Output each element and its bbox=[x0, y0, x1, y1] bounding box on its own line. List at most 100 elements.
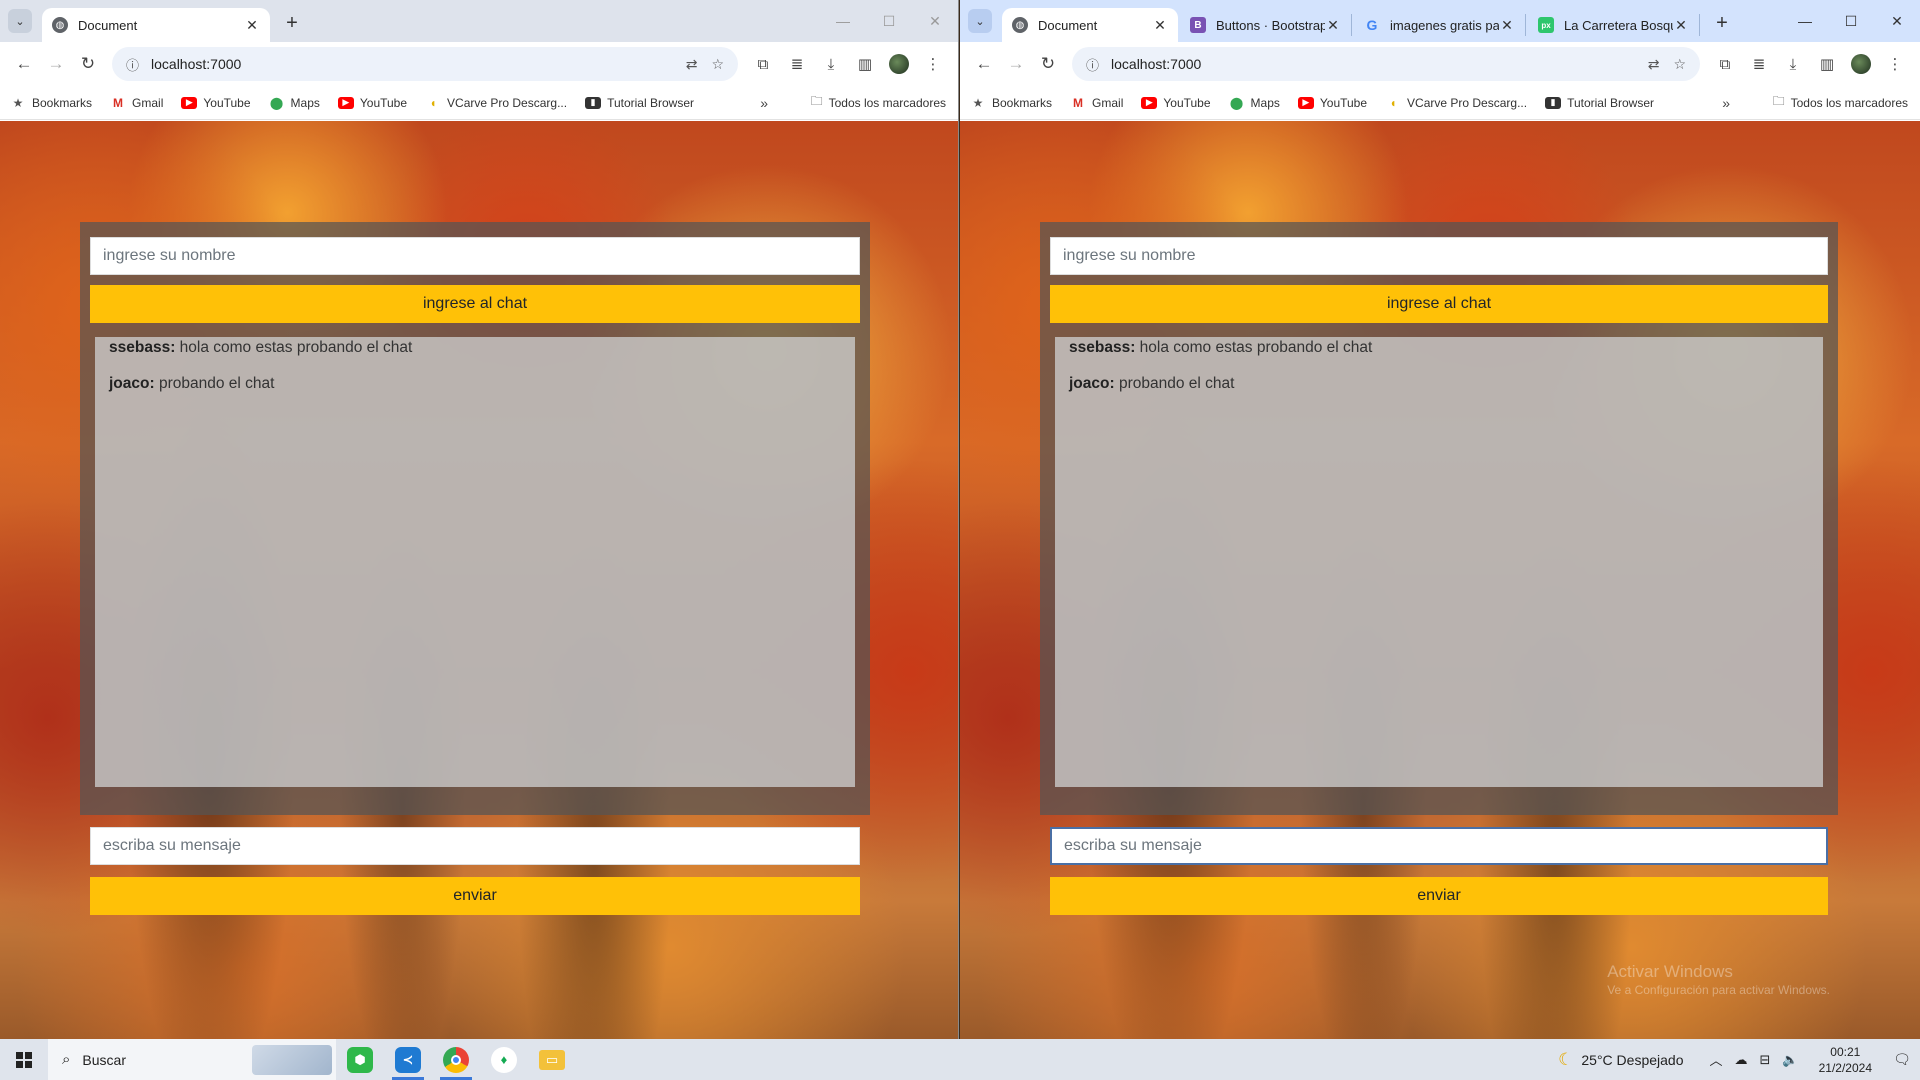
all-bookmarks-folder[interactable]: 🗀 Todos los marcadores bbox=[1773, 92, 1908, 113]
taskbar-app-green[interactable]: ⬢ bbox=[336, 1039, 384, 1080]
tutorial-icon: ▮ bbox=[1545, 96, 1562, 109]
minimize-button[interactable]: — bbox=[820, 0, 866, 42]
folder-icon: 🗀 bbox=[1772, 94, 1785, 108]
more-bookmarks-icon[interactable]: » bbox=[760, 95, 768, 111]
close-window-button[interactable]: ✕ bbox=[1874, 0, 1920, 42]
bookmark-vcarve[interactable]: ◖ VCarve Pro Descarg... bbox=[1385, 96, 1527, 110]
bookmark-bookmarks[interactable]: ★ Bookmarks bbox=[970, 96, 1052, 110]
send-button[interactable]: enviar bbox=[90, 877, 860, 915]
bookmark-youtube-2[interactable]: ▶ YouTube bbox=[337, 96, 407, 110]
message-input[interactable]: escriba su mensaje bbox=[90, 827, 860, 865]
taskbar-app-mongodb[interactable]: ♦ bbox=[480, 1039, 528, 1080]
join-chat-button[interactable]: ingrese al chat bbox=[1050, 285, 1828, 323]
reload-icon[interactable]: ↻ bbox=[1032, 48, 1064, 80]
all-bookmarks-folder[interactable]: 🗀 Todos los marcadores bbox=[811, 92, 946, 113]
bookmark-gmail[interactable]: M Gmail bbox=[110, 96, 163, 110]
extensions-icon[interactable]: ⧉ bbox=[1708, 48, 1742, 80]
more-bookmarks-icon[interactable]: » bbox=[1722, 95, 1730, 111]
bookmark-tutorial-browser[interactable]: ▮ Tutorial Browser bbox=[1545, 96, 1654, 110]
site-info-icon[interactable]: ⓘ bbox=[1086, 55, 1099, 74]
menu-icon[interactable]: ⋮ bbox=[1878, 48, 1912, 80]
taskbar-app-vscode[interactable]: ≺ bbox=[384, 1039, 432, 1080]
bookmark-star-icon[interactable]: ☆ bbox=[1673, 56, 1686, 73]
message-user: joaco: bbox=[1069, 375, 1115, 392]
name-input[interactable]: ingrese su nombre bbox=[90, 237, 860, 275]
close-tab-icon[interactable]: ✕ bbox=[1152, 17, 1168, 34]
downloads-icon[interactable]: ⤓ bbox=[1776, 48, 1810, 80]
bookmark-tutorial-browser[interactable]: ▮ Tutorial Browser bbox=[585, 96, 694, 110]
clock[interactable]: 00:21 21/2/2024 bbox=[1819, 1044, 1872, 1076]
send-button[interactable]: enviar bbox=[1050, 877, 1828, 915]
translate-icon[interactable]: ⇄ bbox=[1648, 56, 1660, 73]
close-tab-icon[interactable]: ✕ bbox=[1499, 17, 1515, 34]
chat-container: ingrese su nombre ingrese al chat ssebas… bbox=[1040, 222, 1838, 915]
bookmark-bookmarks[interactable]: ★ Bookmarks bbox=[10, 96, 92, 110]
bookmark-maps[interactable]: ⬤ Maps bbox=[1229, 96, 1280, 110]
maximize-button[interactable]: ☐ bbox=[1828, 0, 1874, 42]
bookmark-youtube-2[interactable]: ▶ YouTube bbox=[1297, 96, 1367, 110]
message-input[interactable]: escriba su mensaje bbox=[1050, 827, 1828, 865]
site-info-icon[interactable]: ⓘ bbox=[126, 55, 139, 74]
address-bar[interactable]: ⓘ localhost:7000 ⇄ ☆ bbox=[1072, 47, 1700, 81]
message-text: probando el chat bbox=[1114, 375, 1235, 392]
taskbar-search[interactable]: ⌕ Buscar bbox=[48, 1039, 336, 1080]
youtube-icon: ▶ bbox=[337, 96, 354, 109]
tab-search-button[interactable]: ⌄ bbox=[8, 9, 32, 33]
close-tab-icon[interactable]: ✕ bbox=[1325, 17, 1341, 34]
new-tab-button[interactable]: + bbox=[1712, 12, 1732, 35]
profile-avatar[interactable] bbox=[1844, 48, 1878, 80]
close-tab-icon[interactable]: ✕ bbox=[244, 17, 260, 34]
bookmark-star-icon[interactable]: ☆ bbox=[711, 56, 724, 73]
media-control-icon[interactable]: ≣ bbox=[780, 48, 814, 80]
start-button[interactable] bbox=[0, 1039, 48, 1080]
bookmark-vcarve[interactable]: ◖ VCarve Pro Descarg... bbox=[425, 96, 567, 110]
star-icon: ★ bbox=[12, 95, 24, 110]
bookmark-gmail[interactable]: M Gmail bbox=[1070, 96, 1123, 110]
close-tab-icon[interactable]: ✕ bbox=[1673, 17, 1689, 34]
maximize-button[interactable]: ☐ bbox=[866, 0, 912, 42]
new-tab-button[interactable]: + bbox=[282, 12, 302, 35]
taskbar-app-explorer[interactable]: ▭ bbox=[528, 1039, 576, 1080]
address-bar[interactable]: ⓘ localhost:7000 ⇄ ☆ bbox=[112, 47, 738, 81]
onedrive-icon[interactable]: ☁ bbox=[1735, 1052, 1748, 1068]
tab-document[interactable]: ◍ Document ✕ bbox=[1002, 8, 1178, 42]
network-icon[interactable]: ⊟ bbox=[1760, 1052, 1771, 1068]
minimize-button[interactable]: — bbox=[1782, 0, 1828, 42]
back-icon[interactable]: ← bbox=[8, 48, 40, 80]
globe-icon: ◍ bbox=[1012, 17, 1028, 33]
tab-document[interactable]: ◍ Document ✕ bbox=[42, 8, 270, 42]
translate-icon[interactable]: ⇄ bbox=[686, 56, 698, 73]
extensions-icon[interactable]: ⧉ bbox=[746, 48, 780, 80]
back-icon[interactable]: ← bbox=[968, 48, 1000, 80]
tab-google-images[interactable]: G imagenes gratis par ✕ bbox=[1354, 14, 1526, 36]
taskbar-app-chrome[interactable] bbox=[432, 1039, 480, 1080]
volume-icon[interactable]: 🔈 bbox=[1782, 1052, 1798, 1068]
media-control-icon[interactable]: ≣ bbox=[1742, 48, 1776, 80]
join-chat-button[interactable]: ingrese al chat bbox=[90, 285, 860, 323]
reload-icon[interactable]: ↻ bbox=[72, 48, 104, 80]
pixabay-icon: px bbox=[1538, 17, 1554, 33]
window-controls: — ☐ ✕ bbox=[820, 0, 958, 42]
bookmark-youtube[interactable]: ▶ YouTube bbox=[1141, 96, 1211, 110]
side-panel-icon[interactable]: ▥ bbox=[848, 48, 882, 80]
youtube-icon: ▶ bbox=[1141, 96, 1158, 109]
forward-icon[interactable]: → bbox=[1000, 48, 1032, 80]
profile-avatar[interactable] bbox=[882, 48, 916, 80]
tab-pixabay[interactable]: px La Carretera Bosqu ✕ bbox=[1528, 14, 1700, 36]
tab-search-button[interactable]: ⌄ bbox=[968, 9, 992, 33]
side-panel-icon[interactable]: ▥ bbox=[1810, 48, 1844, 80]
show-hidden-icons-icon[interactable]: ︿ bbox=[1710, 1050, 1723, 1069]
name-input[interactable]: ingrese su nombre bbox=[1050, 237, 1828, 275]
downloads-icon[interactable]: ⤓ bbox=[814, 48, 848, 80]
bookmarks-bar: ★ Bookmarks M Gmail ▶ YouTube ⬤ Maps ▶ YouTub… bbox=[0, 86, 958, 120]
notifications-icon[interactable]: 🗨 bbox=[1884, 1039, 1920, 1080]
weather-widget[interactable]: ☾ 25°C Despejado bbox=[1558, 1050, 1683, 1070]
search-icon: ⌕ bbox=[62, 1051, 71, 1068]
close-window-button[interactable]: ✕ bbox=[912, 0, 958, 42]
menu-icon[interactable]: ⋮ bbox=[916, 48, 950, 80]
windows-logo-icon bbox=[16, 1051, 32, 1068]
bookmark-maps[interactable]: ⬤ Maps bbox=[269, 96, 320, 110]
forward-icon[interactable]: → bbox=[40, 48, 72, 80]
tab-bootstrap-buttons[interactable]: B Buttons · Bootstrap ✕ bbox=[1180, 14, 1352, 36]
bookmark-youtube[interactable]: ▶ YouTube bbox=[181, 96, 251, 110]
